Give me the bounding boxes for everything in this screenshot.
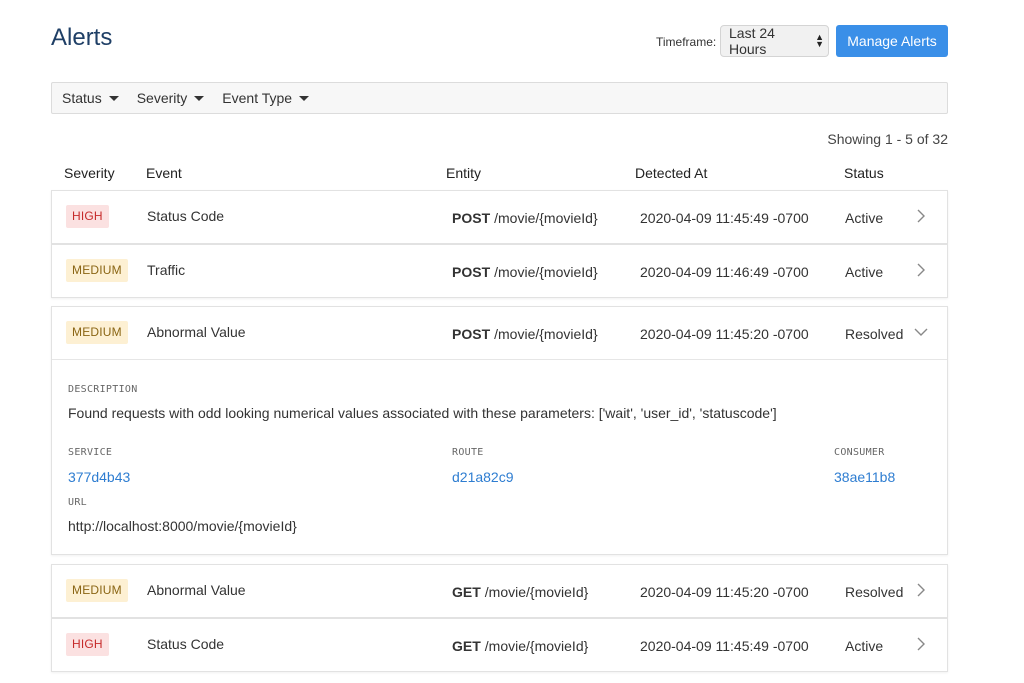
http-method: POST xyxy=(452,210,491,226)
timeframe-label: Timeframe: xyxy=(656,35,717,49)
filter-label: Event Type xyxy=(222,90,293,106)
entity-path: /movie/{movieId} xyxy=(484,584,589,600)
filter-label: Severity xyxy=(136,90,188,106)
consumer-link[interactable]: 38ae11b8 xyxy=(834,469,895,485)
entity: POST/movie/{movieId} xyxy=(452,326,598,342)
alert-row: MEDIUM Abnormal Value GET/movie/{movieId… xyxy=(51,564,948,618)
column-header-status: Status xyxy=(844,165,884,181)
chevron-right-icon[interactable] xyxy=(914,209,928,223)
filter-status[interactable]: Status xyxy=(62,90,119,106)
alert-row-toggle[interactable]: MEDIUM Abnormal Value POST/movie/{movieI… xyxy=(52,307,947,359)
filter-bar: Status Severity Event Type xyxy=(51,82,948,114)
chevron-right-icon[interactable] xyxy=(914,637,928,651)
manage-alerts-button[interactable]: Manage Alerts xyxy=(836,25,948,57)
status-text: Active xyxy=(845,210,884,226)
status-text: Active xyxy=(845,638,884,654)
alert-row-toggle[interactable]: HIGH Status Code GET/movie/{movieId} 202… xyxy=(52,619,947,671)
url-label: URL xyxy=(68,497,87,508)
status-text: Resolved xyxy=(845,584,904,600)
alert-row: HIGH Status Code POST/movie/{movieId} 20… xyxy=(51,190,948,244)
filter-label: Status xyxy=(62,90,102,106)
entity: POST/movie/{movieId} xyxy=(452,264,598,280)
http-method: GET xyxy=(452,584,481,600)
entity: GET/movie/{movieId} xyxy=(452,584,588,600)
entity: GET/movie/{movieId} xyxy=(452,638,588,654)
route-label: ROUTE xyxy=(452,447,484,458)
page-title: Alerts xyxy=(51,24,113,51)
service-label: SERVICE xyxy=(68,447,113,458)
timeframe-select[interactable]: Last 24 Hours ▲ ▼ xyxy=(720,25,829,57)
alert-row-toggle[interactable]: HIGH Status Code POST/movie/{movieId} 20… xyxy=(52,191,947,243)
severity-badge: MEDIUM xyxy=(66,321,128,344)
event-name: Status Code xyxy=(147,208,225,224)
alert-row-toggle[interactable]: MEDIUM Traffic POST/movie/{movieId} 2020… xyxy=(52,245,947,297)
caret-down-icon xyxy=(194,95,205,101)
detected-at: 2020-04-09 11:45:20 -0700 xyxy=(640,326,809,342)
severity-badge: MEDIUM xyxy=(66,259,128,282)
filter-severity[interactable]: Severity xyxy=(137,90,205,106)
timeframe-value: Last 24 Hours xyxy=(729,25,775,57)
chevron-right-icon[interactable] xyxy=(914,583,928,597)
select-arrows-icon: ▲ ▼ xyxy=(815,32,824,49)
alert-row: MEDIUM Traffic POST/movie/{movieId} 2020… xyxy=(51,244,948,298)
column-header-event: Event xyxy=(146,165,182,181)
alert-row-toggle[interactable]: MEDIUM Abnormal Value GET/movie/{movieId… xyxy=(52,565,947,617)
status-text: Resolved xyxy=(845,326,904,342)
event-name: Abnormal Value xyxy=(147,324,246,340)
column-header-detected-at: Detected At xyxy=(635,165,708,181)
caret-down-icon xyxy=(299,95,310,101)
url-text: http://localhost:8000/movie/{movieId} xyxy=(68,518,297,534)
column-header-entity: Entity xyxy=(446,165,482,181)
entity-path: /movie/{movieId} xyxy=(494,264,598,280)
alert-row: HIGH Status Code GET/movie/{movieId} 202… xyxy=(51,618,948,672)
event-name: Abnormal Value xyxy=(147,582,246,598)
chevron-right-icon[interactable] xyxy=(914,263,928,277)
consumer-label: CONSUMER xyxy=(834,447,885,458)
chevron-down-icon[interactable] xyxy=(914,325,928,339)
severity-badge: MEDIUM xyxy=(66,579,128,602)
alert-details: DESCRIPTION Found requests with odd look… xyxy=(52,359,947,554)
pagination-summary: Showing 1 - 5 of 32 xyxy=(827,131,948,147)
entity: POST/movie/{movieId} xyxy=(452,210,598,226)
http-method: POST xyxy=(452,326,491,342)
detected-at: 2020-04-09 11:45:20 -0700 xyxy=(640,584,809,600)
event-name: Status Code xyxy=(147,636,225,652)
event-name: Traffic xyxy=(147,262,186,278)
caret-down-icon xyxy=(108,95,119,101)
detected-at: 2020-04-09 11:45:49 -0700 xyxy=(640,210,809,226)
detected-at: 2020-04-09 11:45:49 -0700 xyxy=(640,638,809,654)
entity-path: /movie/{movieId} xyxy=(494,210,598,226)
http-method: GET xyxy=(452,638,481,654)
entity-path: /movie/{movieId} xyxy=(494,326,598,342)
detected-at: 2020-04-09 11:46:49 -0700 xyxy=(640,264,809,280)
description-label: DESCRIPTION xyxy=(68,384,138,395)
severity-badge: HIGH xyxy=(66,205,109,228)
column-header-severity: Severity xyxy=(64,165,115,181)
entity-path: /movie/{movieId} xyxy=(484,638,589,654)
description-text: Found requests with odd looking numerica… xyxy=(68,405,777,421)
severity-badge: HIGH xyxy=(66,633,109,656)
service-link[interactable]: 377d4b43 xyxy=(68,469,130,485)
route-link[interactable]: d21a82c9 xyxy=(452,469,514,485)
status-text: Active xyxy=(845,264,884,280)
http-method: POST xyxy=(452,264,491,280)
filter-event-type[interactable]: Event Type xyxy=(222,90,310,106)
alert-row-expanded: MEDIUM Abnormal Value POST/movie/{movieI… xyxy=(51,306,948,555)
